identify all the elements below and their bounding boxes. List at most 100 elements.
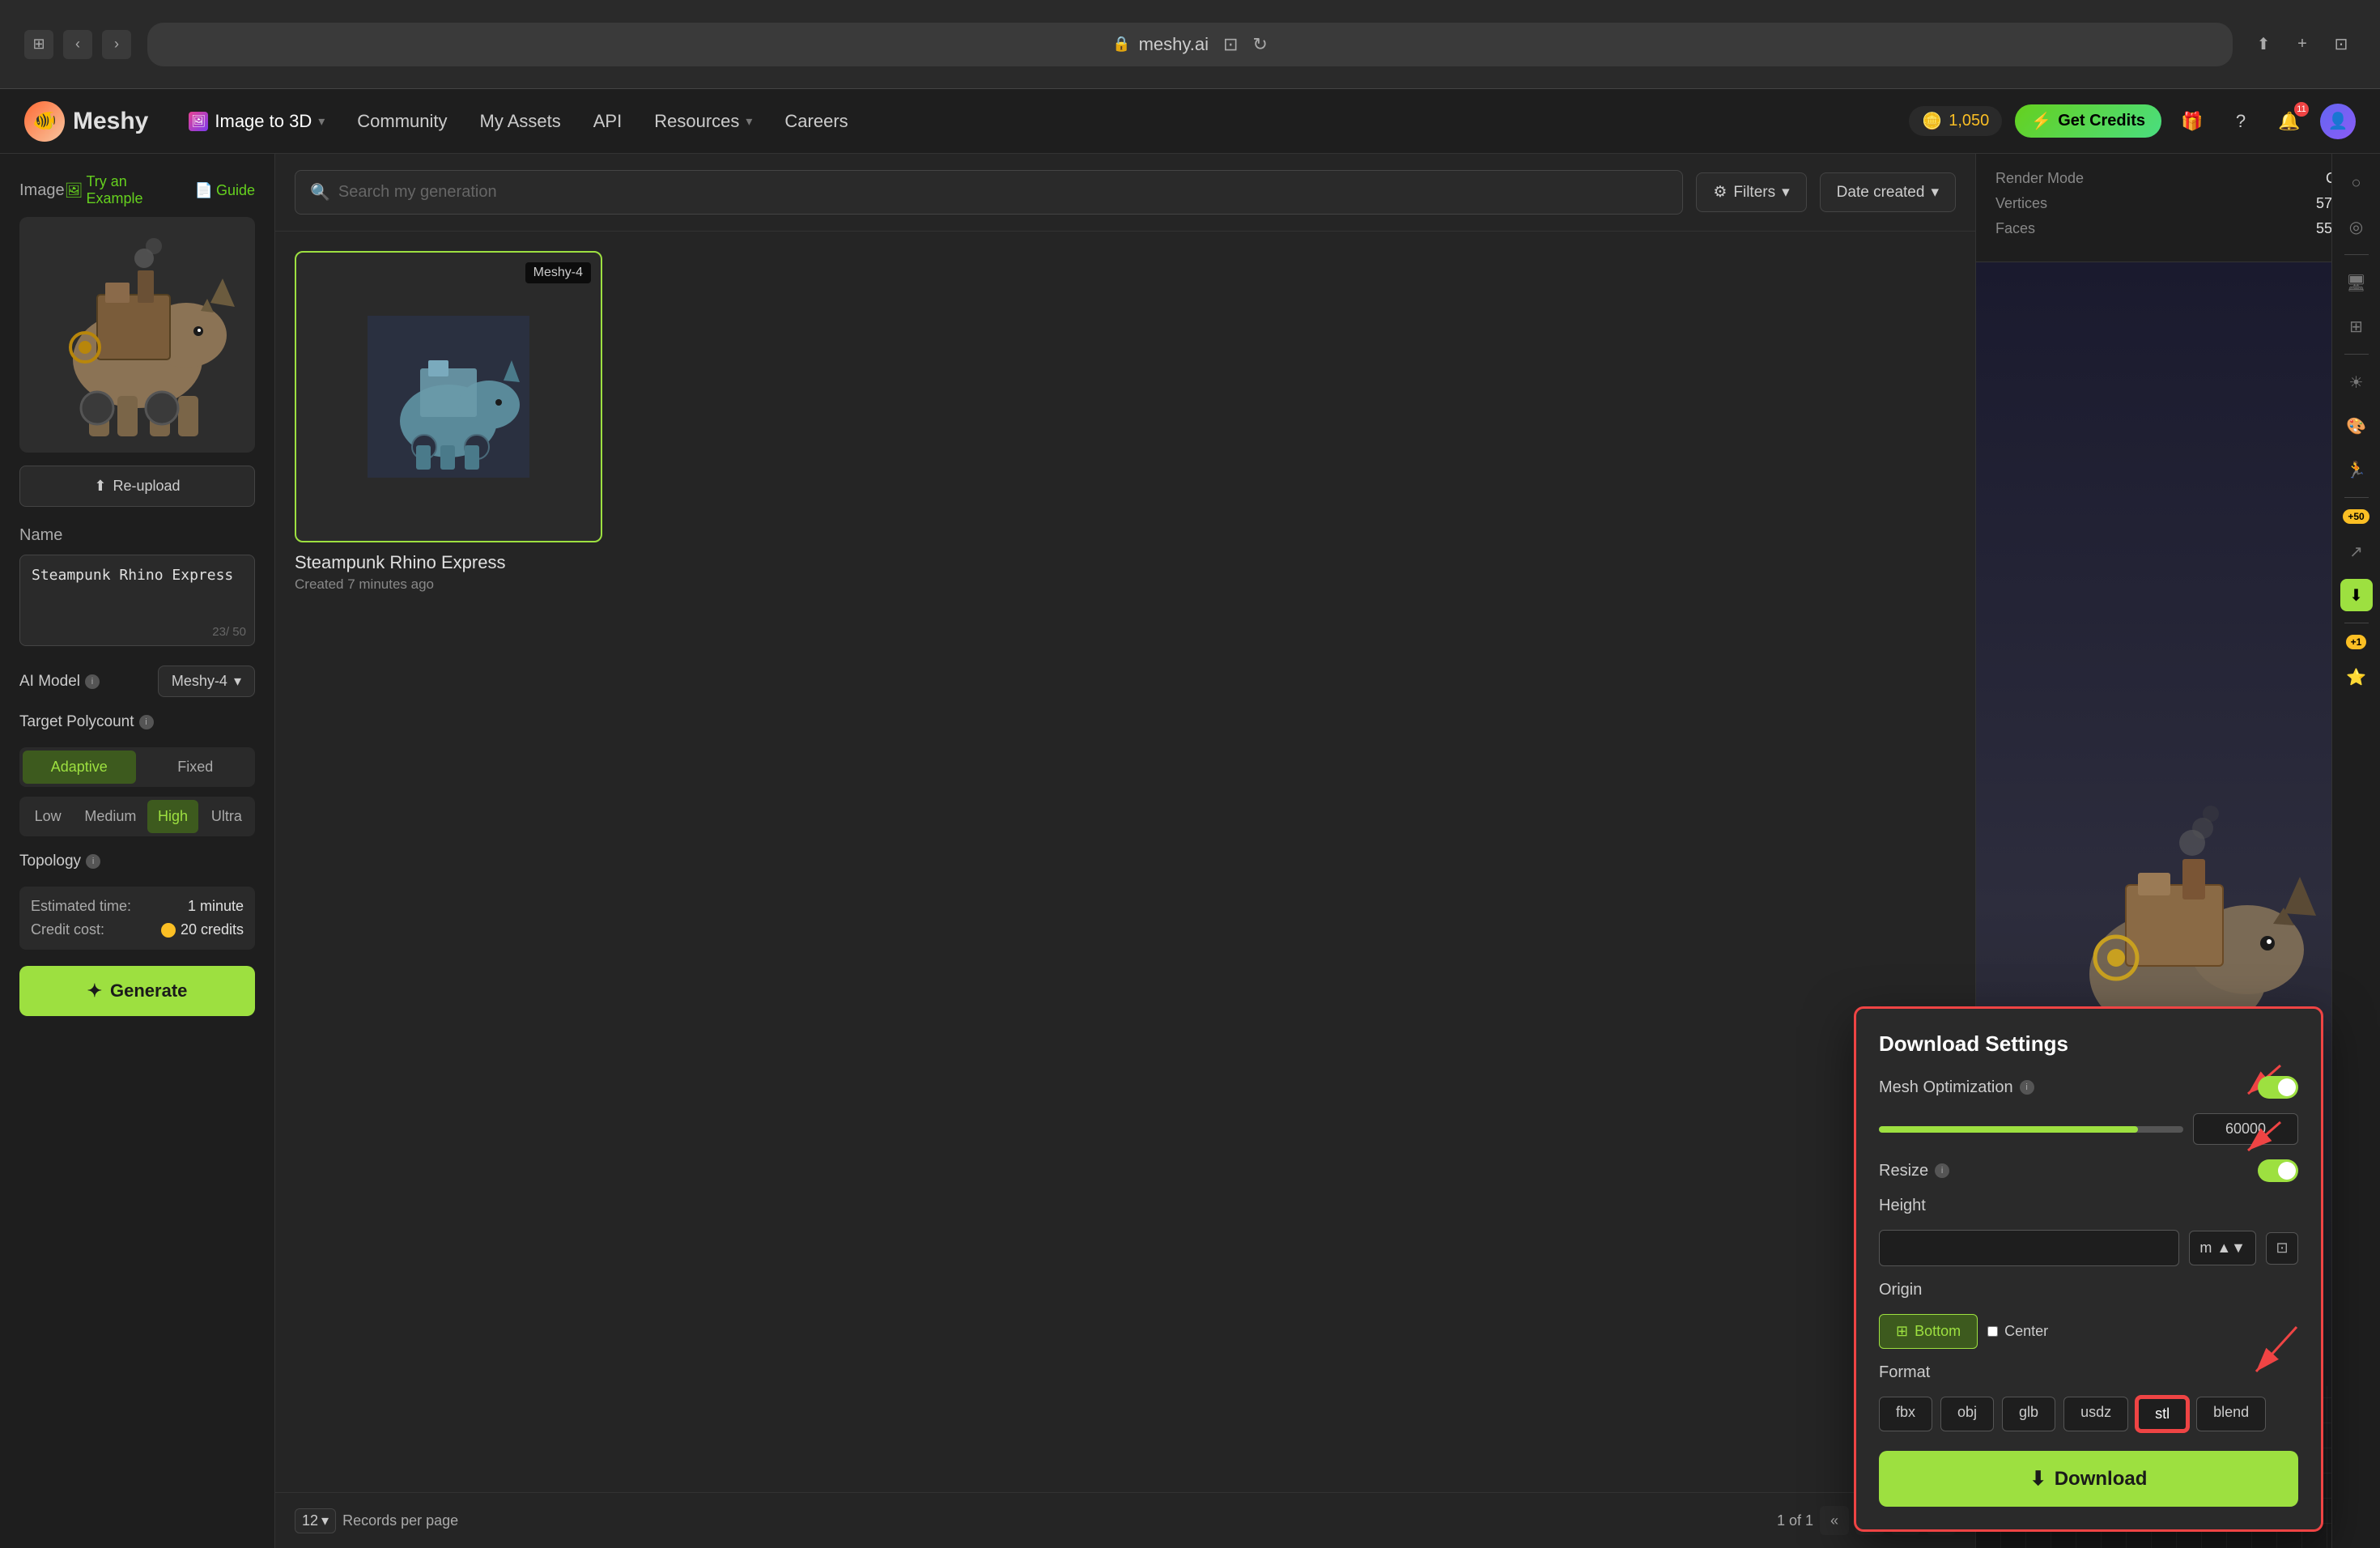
browser-chrome: ⊞ ‹ › 🔒 meshy.ai ⊡ ↻ ⬆ + ⊡ <box>0 0 2380 89</box>
mesh-opt-toggle[interactable] <box>2258 1076 2298 1099</box>
topology-label: Topology i <box>19 853 100 870</box>
generate-star-icon: ✦ <box>87 980 102 1002</box>
logo-text: Meshy <box>73 108 148 135</box>
download-settings-title: Download Settings <box>1879 1031 2298 1057</box>
filters-btn[interactable]: ⚙ Filters ▾ <box>1696 172 1806 212</box>
polycount-section: Target Polycount i Adaptive Fixed Low Me… <box>19 713 255 836</box>
tabs-btn[interactable]: ⊡ <box>2327 30 2356 59</box>
gift-btn[interactable]: 🎁 <box>2174 104 2210 139</box>
logo[interactable]: 🐠 Meshy <box>24 101 148 142</box>
nav-careers[interactable]: Careers <box>768 104 864 138</box>
high-level-btn[interactable]: High <box>147 800 198 833</box>
sun-icon[interactable]: ☀ <box>2340 366 2373 398</box>
rhino-image-svg <box>24 222 251 449</box>
generate-label: Generate <box>110 980 187 1002</box>
browser-forward-btn[interactable]: › <box>102 30 131 59</box>
polycount-tabs: Adaptive Fixed <box>19 747 255 787</box>
help-btn[interactable]: ? <box>2223 104 2259 139</box>
height-input-row: 10.00 m ▲▼ ⊡ <box>1879 1230 2298 1266</box>
run-icon[interactable]: 🏃 <box>2340 453 2373 486</box>
share-btn[interactable]: ⬆ <box>2249 30 2278 59</box>
ultra-level-btn[interactable]: Ultra <box>202 800 252 833</box>
format-usdz-btn[interactable]: usdz <box>2063 1397 2128 1431</box>
bottom-origin-btn[interactable]: ⊞ Bottom <box>1879 1314 1978 1349</box>
search-input[interactable]: 🔍 Search my generation <box>295 170 1683 215</box>
re-upload-icon: ⬆ <box>94 478 106 495</box>
user-avatar[interactable]: 👤 <box>2320 104 2356 139</box>
adaptive-tab[interactable]: Adaptive <box>23 751 136 784</box>
nav-community[interactable]: Community <box>341 104 463 138</box>
download-toolbar-btn[interactable]: ⬇ <box>2340 579 2373 611</box>
model-chevron-icon: ▾ <box>234 673 241 690</box>
re-upload-btn[interactable]: ⬆ Re-upload <box>19 466 255 507</box>
date-created-btn[interactable]: Date created ▾ <box>1820 172 1956 212</box>
format-stl-btn[interactable]: stl <box>2136 1397 2188 1431</box>
scene-view-icon[interactable]: ○ <box>2340 167 2373 199</box>
share-toolbar-icon[interactable]: ↗ <box>2340 535 2373 568</box>
unit-select[interactable]: m ▲▼ <box>2189 1231 2256 1265</box>
name-input-container[interactable]: Steampunk Rhino Express 23/ 50 <box>19 555 255 646</box>
gallery-item[interactable]: Meshy-4 <box>295 251 602 593</box>
format-row: fbx obj glb usdz stl blend <box>1879 1397 2298 1431</box>
gallery-thumbnail-svg <box>368 316 529 478</box>
browser-back-btn[interactable]: ‹ <box>63 30 92 59</box>
model-value: Meshy-4 <box>172 673 227 690</box>
try-example-btn[interactable]: 🖼 Try an Example <box>65 173 185 207</box>
address-bar[interactable]: 🔒 meshy.ai ⊡ ↻ <box>147 23 2233 66</box>
nav-api[interactable]: API <box>577 104 638 138</box>
low-level-btn[interactable]: Low <box>23 800 73 833</box>
notification-btn[interactable]: 🔔 11 <box>2272 104 2307 139</box>
browser-actions: ⬆ + ⊡ <box>2249 30 2356 59</box>
name-input[interactable]: Steampunk Rhino Express <box>32 567 243 632</box>
mesh-opt-slider-track[interactable] <box>1879 1126 2183 1133</box>
header-actions: 🪙 1,050 ⚡ Get Credits 🎁 ? 🔔 11 👤 <box>1909 104 2356 139</box>
get-credits-btn[interactable]: ⚡ Get Credits <box>2015 104 2161 138</box>
fixed-tab[interactable]: Fixed <box>139 751 253 784</box>
new-tab-btn[interactable]: + <box>2288 30 2317 59</box>
image-upload-area[interactable] <box>19 217 255 453</box>
resize-link-btn[interactable]: ⊡ <box>2266 1232 2298 1265</box>
generate-btn[interactable]: ✦ Generate <box>19 966 255 1016</box>
nav-image-to-3d[interactable]: 🖼 Image to 3D ▾ <box>172 104 341 138</box>
ai-model-select[interactable]: Meshy-4 ▾ <box>158 666 255 697</box>
faces-row: Faces 55,670 <box>1995 220 2361 237</box>
gallery-thumbnail[interactable]: Meshy-4 <box>295 251 602 542</box>
format-obj-btn[interactable]: obj <box>1940 1397 1994 1431</box>
guide-btn[interactable]: 📄 Guide <box>195 173 255 207</box>
filters-chevron-icon: ▾ <box>1782 183 1790 202</box>
resize-toggle[interactable] <box>2258 1159 2298 1182</box>
sidebar-toggle-btn[interactable]: ⊞ <box>24 30 53 59</box>
download-btn[interactable]: ⬇ Download <box>1879 1451 2298 1507</box>
guide-icon: 📄 <box>195 182 213 199</box>
nav-careers-label: Careers <box>784 111 848 132</box>
origin-label-row: Origin <box>1879 1281 2298 1299</box>
wireframe-icon[interactable]: ◎ <box>2340 211 2373 243</box>
star-toolbar-icon[interactable]: ⭐ <box>2340 661 2373 693</box>
monitor-icon[interactable]: 🖥 <box>2340 266 2373 299</box>
height-input[interactable]: 10.00 <box>1879 1230 2179 1266</box>
gallery-item-date: Created 7 minutes ago <box>295 576 602 593</box>
refresh-icon[interactable]: ↻ <box>1252 34 1267 55</box>
download-label: Download <box>2055 1468 2148 1491</box>
ai-model-info-icon[interactable]: i <box>85 674 100 689</box>
resize-info-icon[interactable]: i <box>1935 1163 1949 1178</box>
format-blend-btn[interactable]: blend <box>2196 1397 2266 1431</box>
topology-info-icon[interactable]: i <box>86 854 100 869</box>
nav-my-assets[interactable]: My Assets <box>464 104 577 138</box>
topology-row: Topology i <box>19 853 255 870</box>
grid-icon[interactable]: ⊞ <box>2340 310 2373 342</box>
per-page-select[interactable]: 12 ▾ <box>295 1508 336 1533</box>
polycount-info-icon[interactable]: i <box>139 715 154 729</box>
name-label-row: Name <box>19 526 255 545</box>
medium-level-btn[interactable]: Medium <box>76 800 144 833</box>
center-origin-option[interactable]: Center <box>1987 1323 2048 1340</box>
format-fbx-btn[interactable]: fbx <box>1879 1397 1932 1431</box>
nav-resources[interactable]: Resources ▾ <box>638 104 768 138</box>
mesh-opt-info-icon[interactable]: i <box>2020 1080 2034 1095</box>
format-glb-btn[interactable]: glb <box>2002 1397 2055 1431</box>
credit-coin-icon <box>161 923 176 938</box>
credit-cost-value: 20 credits <box>161 921 244 938</box>
paint-icon[interactable]: 🎨 <box>2340 410 2373 442</box>
center-checkbox[interactable] <box>1987 1326 1998 1337</box>
first-page-btn[interactable]: « <box>1820 1506 1849 1535</box>
